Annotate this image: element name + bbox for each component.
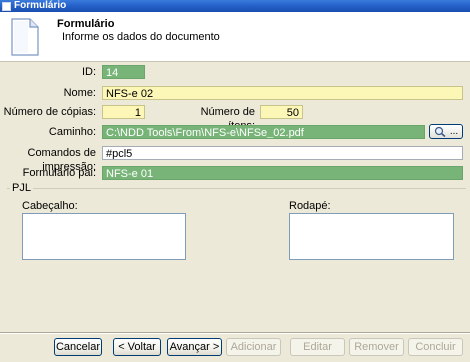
remove-button[interactable]: Remover: [349, 338, 404, 356]
add-button[interactable]: Adicionar: [226, 338, 281, 356]
finish-button[interactable]: Concluir: [408, 338, 463, 356]
copies-label: Número de cópias:: [3, 106, 96, 118]
document-icon: [11, 18, 39, 56]
back-button[interactable]: < Voltar: [113, 338, 161, 356]
browse-button[interactable]: ...: [429, 124, 463, 139]
edit-button[interactable]: Editar: [290, 338, 345, 356]
print-commands-field[interactable]: #pcl5: [102, 146, 463, 160]
window-title: Formulário: [14, 0, 67, 11]
pjl-group-label: PJL: [10, 182, 33, 194]
parent-form-label: Formulário pai:: [22, 167, 96, 179]
cancel-button[interactable]: Cancelar: [54, 338, 102, 356]
pjl-group-line: [7, 188, 466, 189]
title-bar[interactable]: Formulário: [0, 0, 470, 12]
footer-textarea[interactable]: [289, 213, 454, 260]
footer-text-label: Rodapé:: [289, 200, 331, 212]
header-textarea[interactable]: [22, 213, 186, 260]
header-title: Formulário: [57, 18, 115, 30]
copies-field[interactable]: 1: [102, 105, 145, 119]
header-panel: Formulário Informe os dados do documento: [0, 12, 470, 62]
header-subtitle: Informe os dados do documento: [62, 31, 220, 43]
name-label: Nome:: [63, 87, 96, 99]
next-button[interactable]: Avançar >: [167, 338, 222, 356]
button-bar-separator: [0, 332, 470, 334]
magnifier-icon: [434, 126, 446, 137]
parent-form-field[interactable]: NFS-e 01: [102, 166, 463, 180]
path-label: Caminho:: [48, 126, 96, 138]
items-field[interactable]: 50: [260, 105, 303, 119]
id-label: ID:: [81, 66, 96, 78]
window-icon: [2, 1, 11, 11]
id-field[interactable]: 14: [102, 65, 145, 79]
browse-label: ...: [449, 126, 459, 137]
name-field[interactable]: NFS-e 02: [102, 86, 463, 100]
path-field[interactable]: C:\NDD Tools\From\NFS-e\NFSe_02.pdf: [102, 125, 425, 139]
header-text-label: Cabeçalho:: [22, 200, 78, 212]
